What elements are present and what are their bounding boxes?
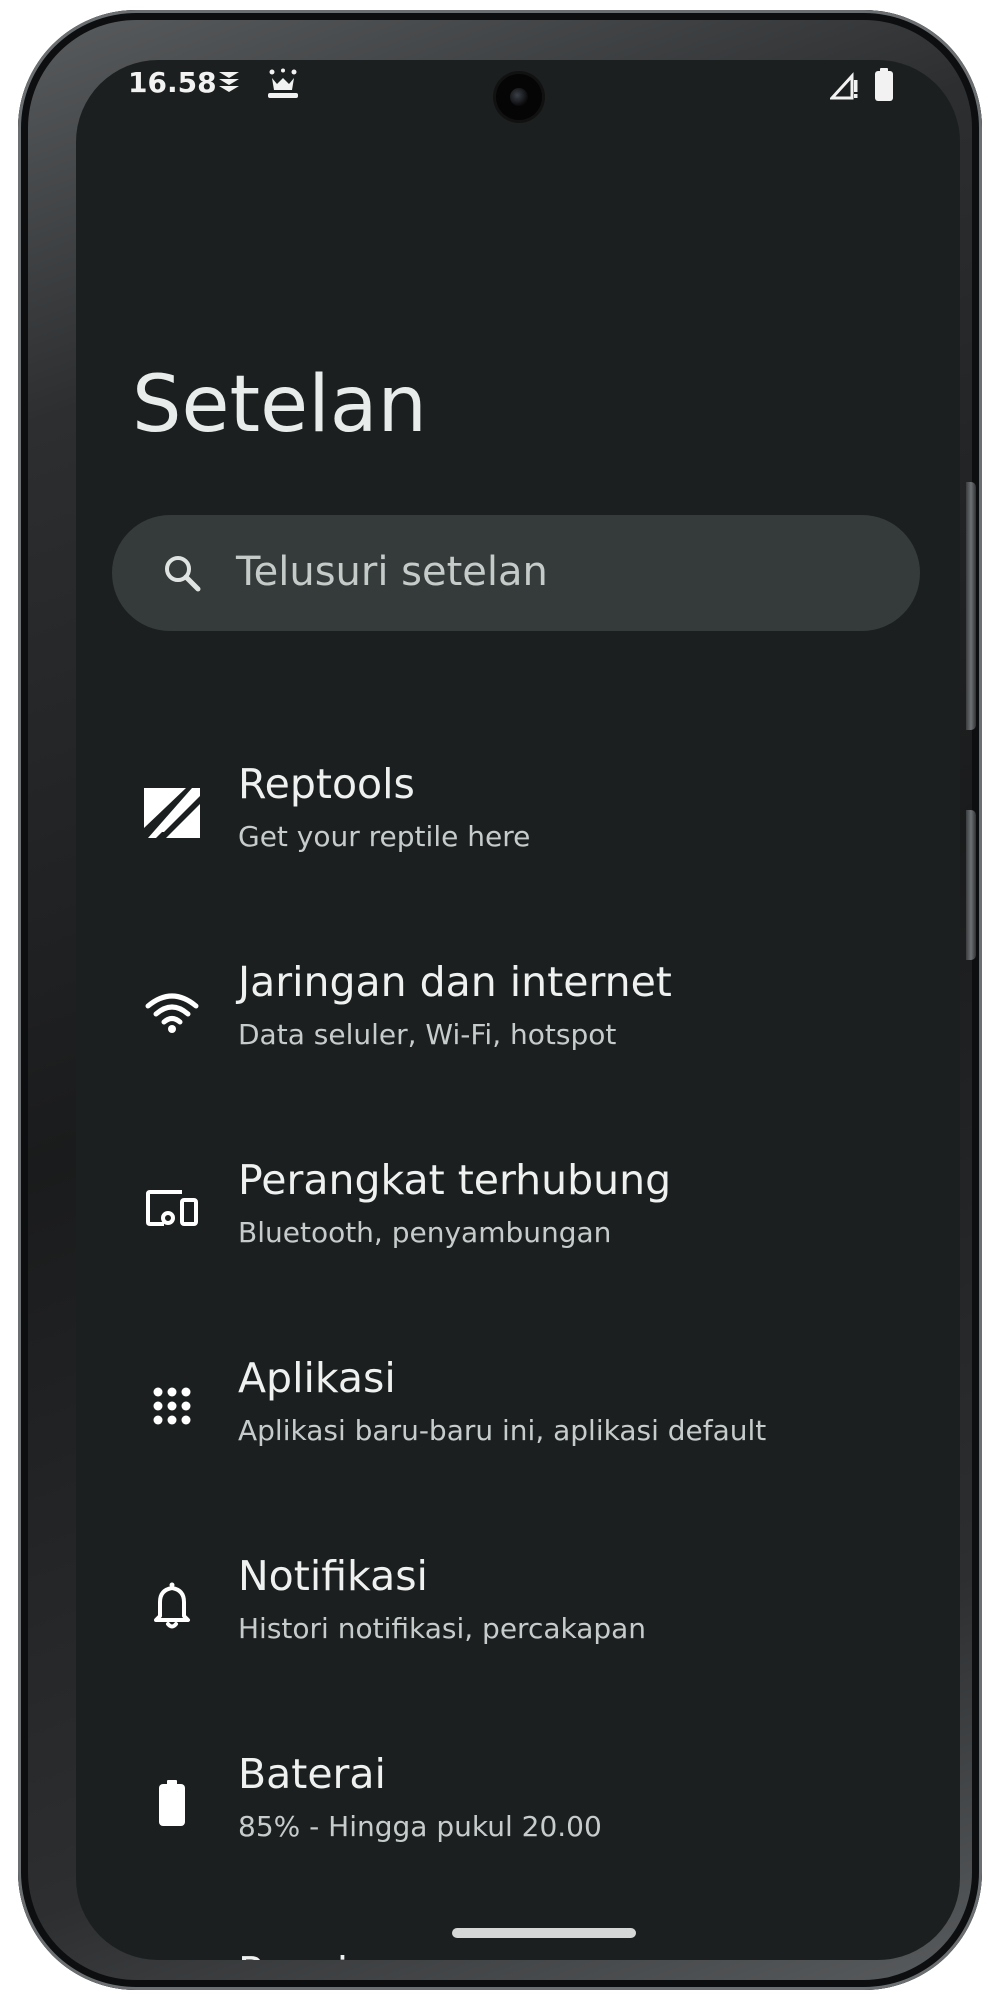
settings-item-title: Perangkat terhubung bbox=[238, 1156, 672, 1204]
settings-item-apps[interactable]: Aplikasi Aplikasi baru-baru ini, aplikas… bbox=[76, 1354, 960, 1504]
settings-item-title: Notifikasi bbox=[238, 1552, 428, 1600]
battery-icon bbox=[142, 1772, 202, 1832]
settings-item-connected-devices[interactable]: Perangkat terhubung Bluetooth, penyambun… bbox=[76, 1156, 960, 1306]
settings-item-storage[interactable]: Penyimpanan bbox=[76, 1948, 960, 1960]
wifi-icon bbox=[142, 980, 202, 1040]
power-button bbox=[966, 810, 976, 960]
settings-item-title: Reptools bbox=[238, 760, 415, 808]
volume-button bbox=[966, 482, 976, 730]
settings-item-battery[interactable]: Baterai 85% - Hingga pukul 20.00 bbox=[76, 1750, 960, 1900]
settings-item-title: Aplikasi bbox=[238, 1354, 396, 1402]
settings-item-subtitle: Get your reptile here bbox=[238, 820, 531, 853]
settings-item-subtitle: Data seluler, Wi-Fi, hotspot bbox=[238, 1018, 617, 1051]
settings-item-notifications[interactable]: Notifikasi Histori notifikasi, percakapa… bbox=[76, 1552, 960, 1702]
settings-item-reptools[interactable]: Reptools Get your reptile here bbox=[76, 760, 960, 910]
cat-notification-icon bbox=[266, 68, 300, 104]
screen: 16.58 Setelan Telusuri setelan Reptools … bbox=[76, 60, 960, 1960]
status-time: 16.58 bbox=[128, 66, 217, 99]
camera-icon bbox=[496, 74, 542, 120]
search-placeholder: Telusuri setelan bbox=[236, 549, 548, 595]
settings-item-title: Penyimpanan bbox=[238, 1948, 516, 1960]
phone-frame: 16.58 Setelan Telusuri setelan Reptools … bbox=[18, 10, 982, 1990]
home-indicator[interactable] bbox=[452, 1928, 636, 1938]
bell-icon bbox=[142, 1574, 202, 1634]
settings-item-subtitle: 85% - Hingga pukul 20.00 bbox=[238, 1810, 602, 1843]
settings-item-title: Jaringan dan internet bbox=[238, 958, 672, 1006]
battery-icon bbox=[874, 68, 894, 106]
signal-no-data-icon bbox=[828, 72, 860, 104]
settings-item-subtitle: Aplikasi baru-baru ini, aplikasi default bbox=[238, 1414, 767, 1447]
reptools-logo-icon bbox=[142, 782, 202, 842]
settings-item-title: Baterai bbox=[238, 1750, 386, 1798]
page-title: Setelan bbox=[132, 360, 427, 450]
search-icon bbox=[162, 553, 202, 593]
shield-notification-icon bbox=[216, 68, 242, 98]
settings-item-network[interactable]: Jaringan dan internet Data seluler, Wi-F… bbox=[76, 958, 960, 1108]
connected-devices-icon bbox=[142, 1178, 202, 1238]
settings-item-subtitle: Bluetooth, penyambungan bbox=[238, 1216, 612, 1249]
apps-grid-icon bbox=[142, 1376, 202, 1436]
settings-item-subtitle: Histori notifikasi, percakapan bbox=[238, 1612, 647, 1645]
status-bar: 16.58 bbox=[76, 60, 960, 120]
search-input[interactable]: Telusuri setelan bbox=[112, 515, 920, 631]
